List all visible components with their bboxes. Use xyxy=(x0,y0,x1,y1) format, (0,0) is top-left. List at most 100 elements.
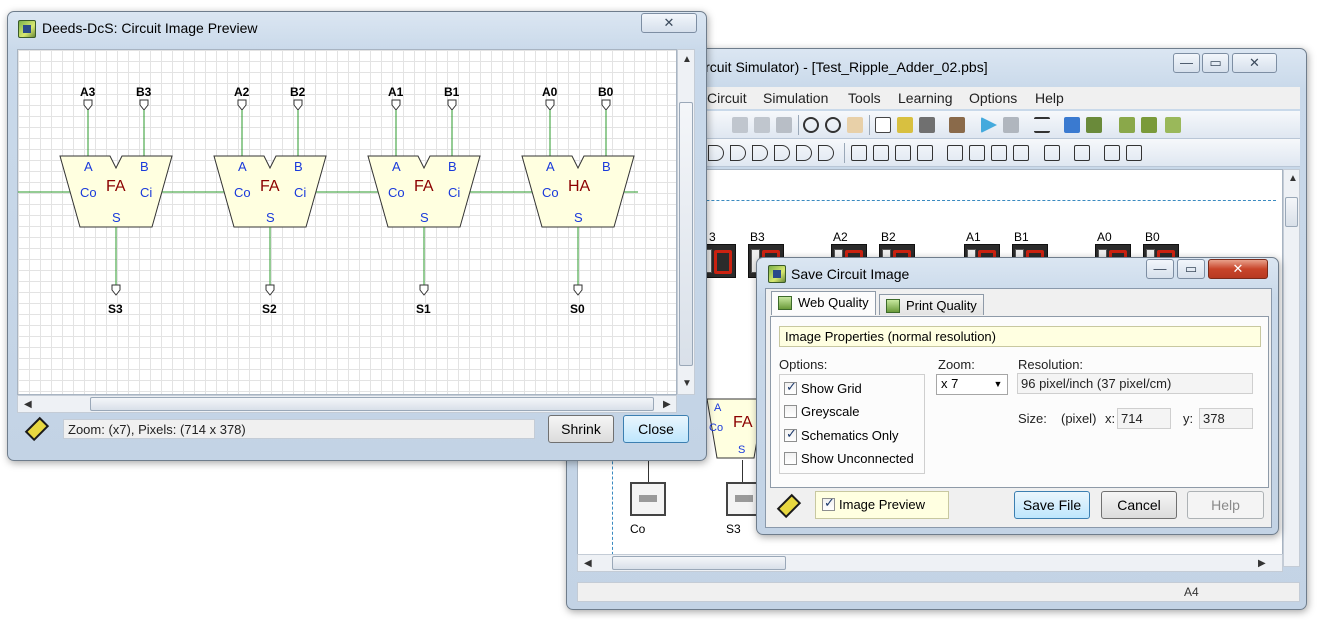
preview-horizontal-scrollbar[interactable]: ◀ ▶ xyxy=(17,395,677,413)
input-label-a1: A1 xyxy=(388,85,404,99)
menu-tools[interactable]: Tools xyxy=(848,90,881,106)
resolution-field: 96 pixel/inch (37 pixel/cm) xyxy=(1017,373,1253,394)
ram-icon[interactable] xyxy=(991,145,1007,161)
print-quality-icon xyxy=(886,299,900,313)
zoom-value: x 7 xyxy=(941,376,959,391)
nor-gate-icon[interactable] xyxy=(796,145,812,161)
flipflop-d-icon[interactable] xyxy=(851,145,867,161)
pin-co-label: Co xyxy=(542,185,559,200)
mux-icon[interactable] xyxy=(917,145,933,161)
paste-icon[interactable] xyxy=(776,117,792,133)
pin-b-label: B xyxy=(294,159,303,174)
flipflop-jk-icon[interactable] xyxy=(873,145,889,161)
scroll-down-icon[interactable]: ▼ xyxy=(682,378,692,389)
chip-new-icon[interactable] xyxy=(1165,117,1181,133)
chevron-down-icon[interactable]: ▼ xyxy=(991,377,1005,392)
wire-pen-icon[interactable] xyxy=(897,117,913,133)
scroll-right-icon[interactable]: ▶ xyxy=(1258,558,1266,569)
select-arrow-icon[interactable] xyxy=(875,117,891,133)
option-show-grid[interactable]: Show Grid xyxy=(784,379,862,399)
scroll-thumb[interactable] xyxy=(90,397,654,411)
component-icon[interactable] xyxy=(919,117,935,133)
y-label: y: xyxy=(1183,411,1194,426)
menu-help[interactable]: Help xyxy=(1035,90,1064,106)
zoom-dropdown[interactable]: x 7 ▼ xyxy=(936,374,1008,395)
scroll-left-icon[interactable]: ◀ xyxy=(24,399,32,410)
preview-vertical-scrollbar[interactable]: ▲ ▼ xyxy=(677,49,695,395)
menu-circuit[interactable]: Circuit xyxy=(707,90,747,106)
copy-icon[interactable] xyxy=(754,117,770,133)
maximize-button[interactable]: ▭ xyxy=(1202,53,1229,73)
cancel-button[interactable]: Cancel xyxy=(1101,491,1177,519)
scroll-left-icon[interactable]: ◀ xyxy=(584,558,592,569)
input-label-b3: B3 xyxy=(136,85,152,99)
help-button[interactable]: Help xyxy=(1187,491,1264,519)
close-window-button[interactable]: ✕ xyxy=(641,13,697,33)
minimize-button[interactable]: — xyxy=(1146,259,1174,279)
scroll-thumb[interactable] xyxy=(679,102,693,366)
menu-learning[interactable]: Learning xyxy=(898,90,953,106)
rom-icon[interactable] xyxy=(1013,145,1029,161)
nand-gate-icon[interactable] xyxy=(752,145,768,161)
input-pin-a xyxy=(83,99,93,111)
image-preview-option[interactable]: Image Preview xyxy=(815,491,949,519)
option-show-unconnected[interactable]: Show Unconnected xyxy=(784,451,914,469)
menu-simulation[interactable]: Simulation xyxy=(763,90,828,106)
xor-gate-icon[interactable] xyxy=(818,145,834,161)
greyscale-checkbox[interactable] xyxy=(784,405,797,418)
tab-print-quality[interactable]: Print Quality xyxy=(879,294,984,315)
counter-icon[interactable] xyxy=(947,145,963,161)
close-button[interactable]: ✕ xyxy=(1232,53,1277,73)
scroll-thumb[interactable] xyxy=(1285,197,1298,227)
scroll-up-icon[interactable]: ▲ xyxy=(682,54,692,65)
maximize-button[interactable]: ▭ xyxy=(1177,259,1205,279)
play-icon[interactable] xyxy=(981,117,997,133)
house-icon[interactable] xyxy=(1064,117,1080,133)
option-schematics-only[interactable]: Schematics Only xyxy=(784,426,899,446)
bus-icon[interactable] xyxy=(1044,145,1060,161)
shrink-button[interactable]: Shrink xyxy=(548,415,614,443)
save-file-button[interactable]: Save File xyxy=(1014,491,1090,519)
keyboard-icon[interactable] xyxy=(1074,145,1090,161)
hand-icon[interactable] xyxy=(847,117,863,133)
label-b3: B3 xyxy=(750,230,765,244)
close-button[interactable]: ✕ xyxy=(1208,259,1268,279)
image-icon[interactable] xyxy=(1086,117,1102,133)
options-label: Options: xyxy=(779,357,828,372)
chip-icon[interactable] xyxy=(1119,117,1135,133)
schematics-only-checkbox[interactable] xyxy=(784,426,797,442)
image-preview-checkbox[interactable] xyxy=(822,495,835,511)
minimize-button[interactable]: — xyxy=(1173,53,1200,73)
input-label-b2: B2 xyxy=(290,85,306,99)
pin-ci-label: Ci xyxy=(140,185,152,200)
or-gate-icon[interactable] xyxy=(774,145,790,161)
stop-icon[interactable] xyxy=(1003,117,1019,133)
vertical-scrollbar[interactable]: ▲ xyxy=(1283,169,1300,567)
preview-titlebar[interactable]: Deeds-DcS: Circuit Image Preview ✕ xyxy=(8,12,706,42)
option-greyscale[interactable]: Greyscale xyxy=(784,404,860,422)
horizontal-scrollbar[interactable]: ◀ ▶ xyxy=(577,554,1283,572)
pin-s-label: S xyxy=(112,210,121,225)
zoom-in-icon[interactable] xyxy=(803,117,819,133)
and-gate-icon[interactable] xyxy=(730,145,746,161)
tab-web-quality[interactable]: Web Quality xyxy=(771,291,876,315)
close-preview-button[interactable]: Close xyxy=(623,415,689,443)
scroll-up-icon[interactable]: ▲ xyxy=(1288,173,1298,184)
show-grid-checkbox[interactable] xyxy=(784,379,797,395)
scroll-thumb[interactable] xyxy=(612,556,786,570)
buffer-gate-icon[interactable] xyxy=(708,145,724,161)
probe-icon[interactable] xyxy=(949,117,965,133)
register-icon[interactable] xyxy=(969,145,985,161)
show-unconnected-checkbox[interactable] xyxy=(784,452,797,465)
cut-icon[interactable] xyxy=(732,117,748,133)
input-pin-b xyxy=(139,99,149,111)
save-dialog-titlebar[interactable]: Save Circuit Image — ▭ ✕ xyxy=(757,258,1278,288)
flipflop-t-icon[interactable] xyxy=(895,145,911,161)
menu-options[interactable]: Options xyxy=(969,90,1017,106)
chip-edit-icon[interactable] xyxy=(1141,117,1157,133)
zoom-out-icon[interactable] xyxy=(825,117,841,133)
timing-icon[interactable] xyxy=(1034,117,1050,133)
clock-icon[interactable] xyxy=(1126,145,1142,161)
scroll-right-icon[interactable]: ▶ xyxy=(663,399,671,410)
properties-icon[interactable] xyxy=(1104,145,1120,161)
